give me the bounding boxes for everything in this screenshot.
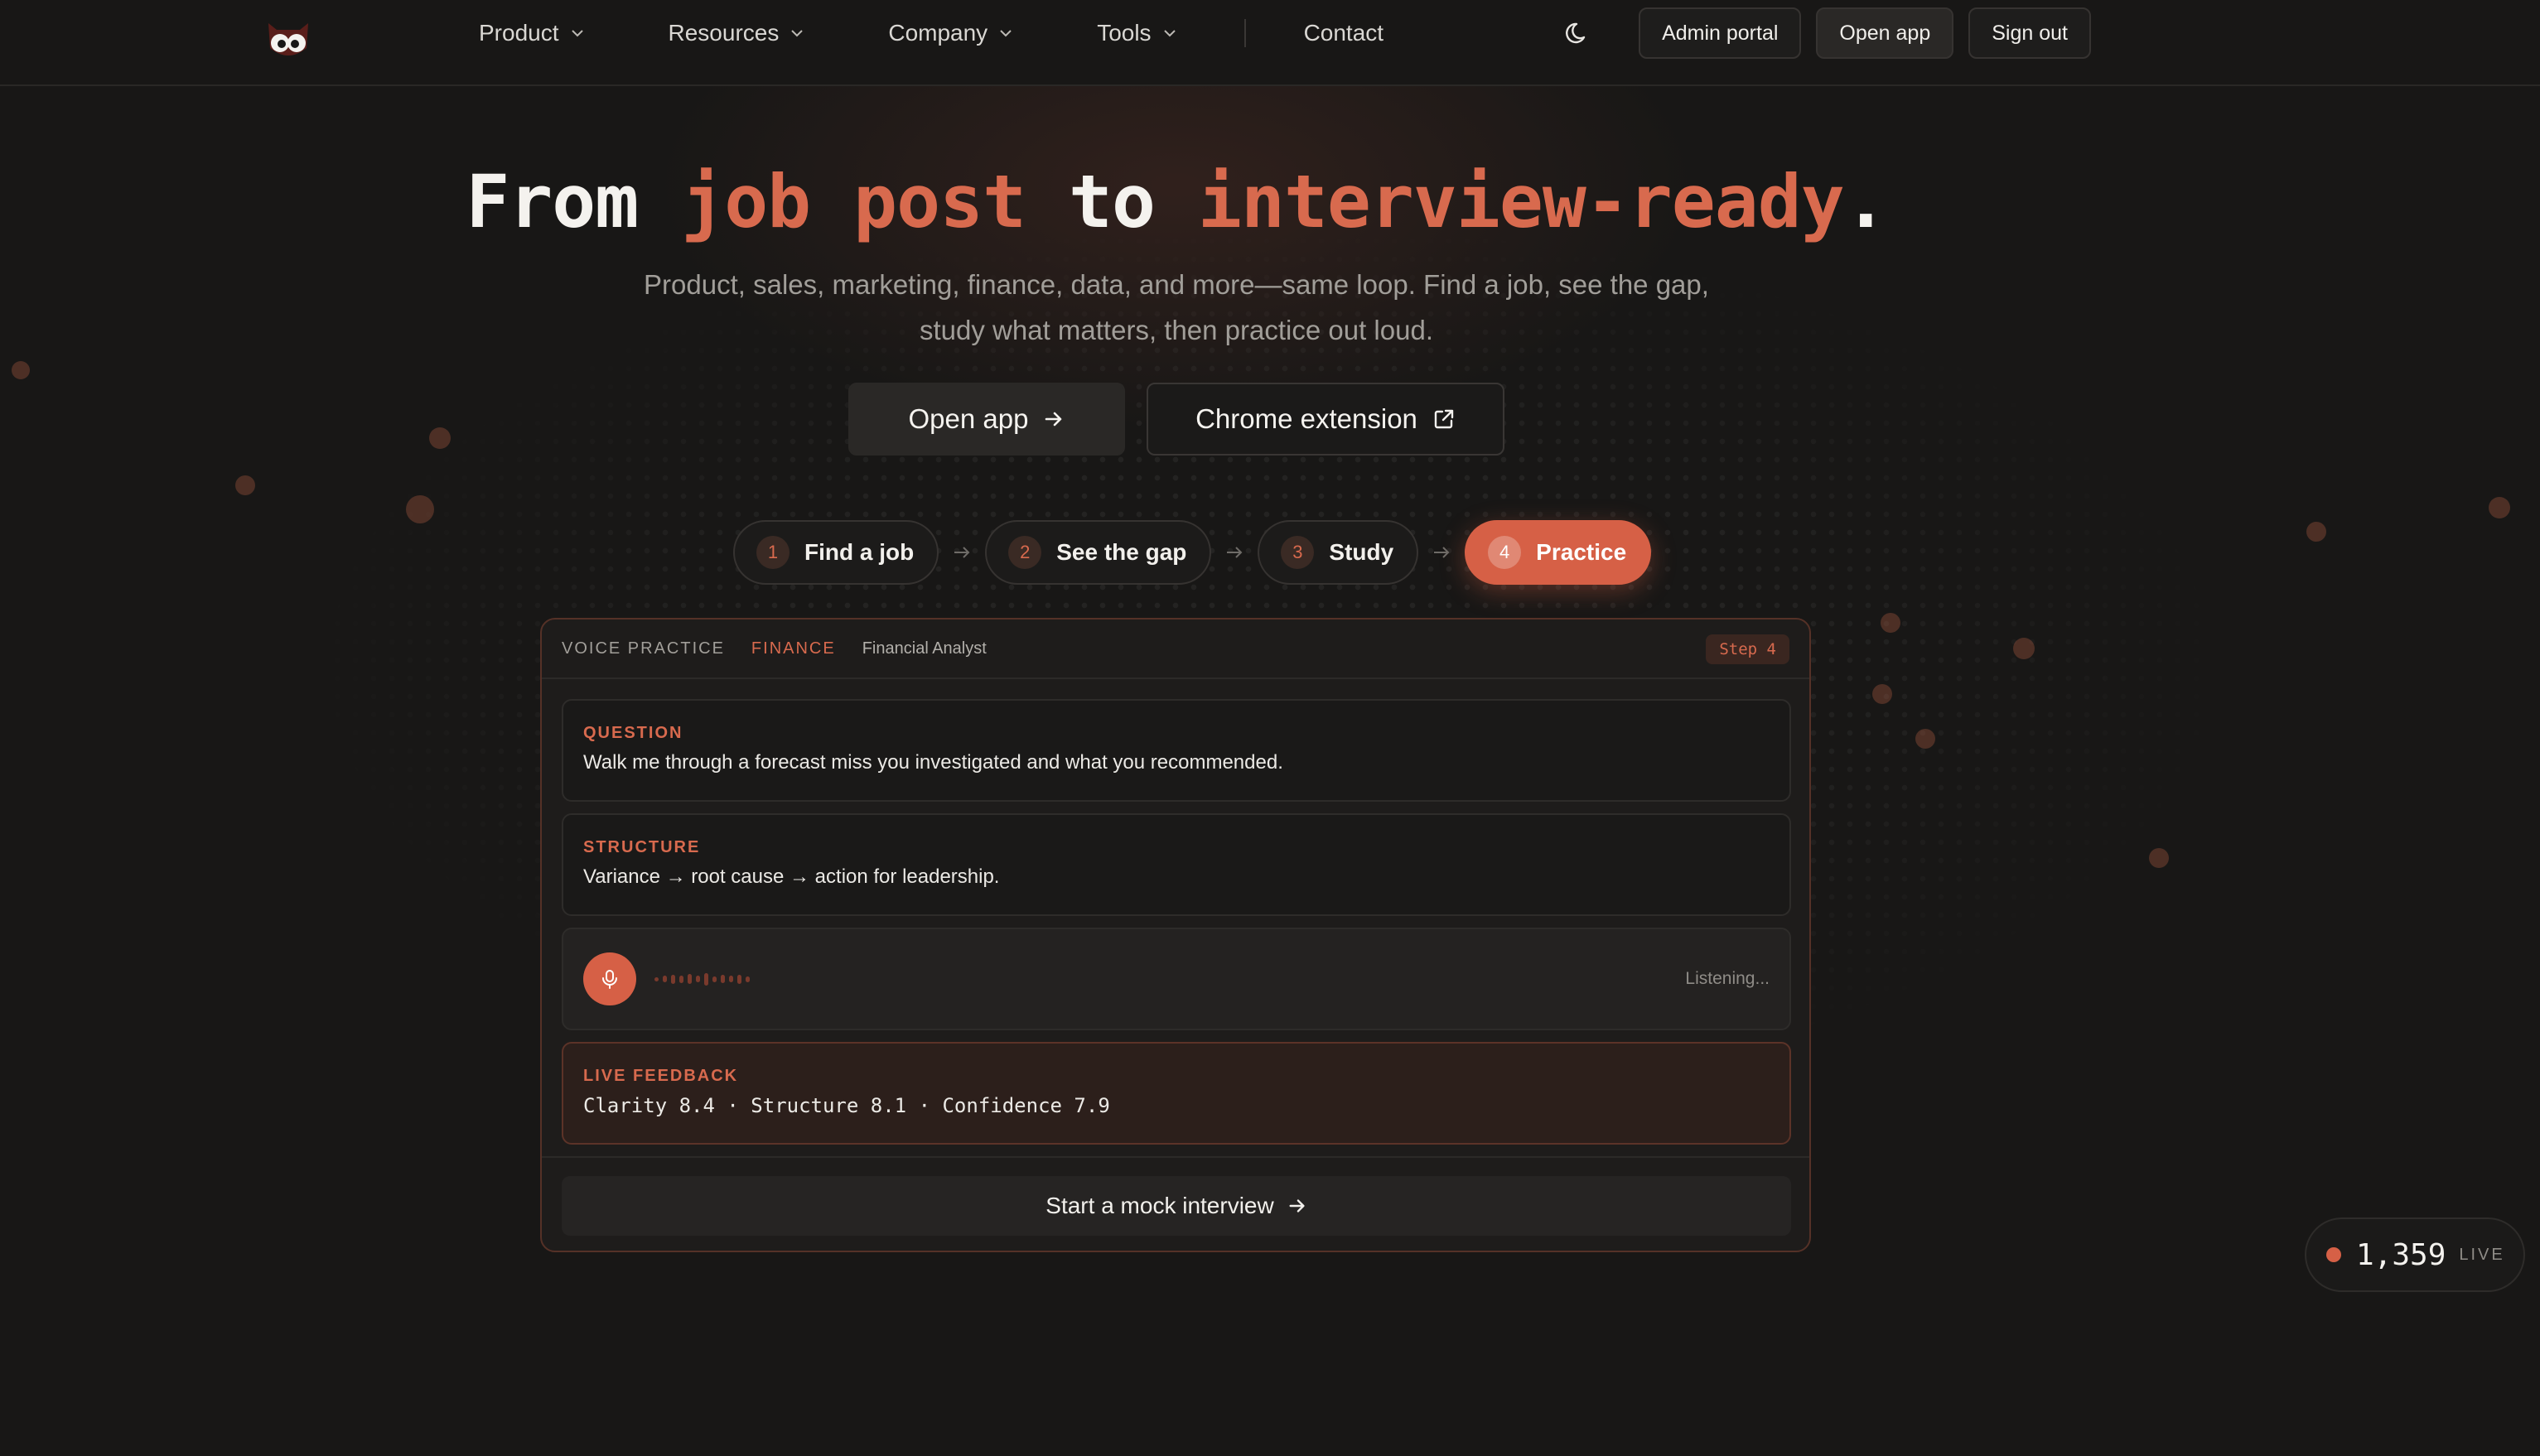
live-indicator-dot xyxy=(2326,1247,2341,1262)
chevron-down-icon xyxy=(571,30,583,37)
owl-logo-icon[interactable] xyxy=(263,15,313,65)
open-app-nav-button[interactable]: Open app xyxy=(1816,7,1954,59)
hero-title-part: . xyxy=(1843,159,1888,244)
chevron-down-icon xyxy=(1000,30,1012,37)
feedback-label: LIVE FEEDBACK xyxy=(583,1067,739,1085)
hero-title-accent: interview-ready xyxy=(1197,159,1845,244)
step-number: 4 xyxy=(1488,536,1522,569)
map-accent-dot xyxy=(235,475,255,495)
nav-product[interactable]: Product xyxy=(479,20,586,46)
sign-out-button[interactable]: Sign out xyxy=(1968,7,2091,59)
feedback-scores: Clarity 8.4 · Structure 8.1 · Confidence… xyxy=(583,1094,1110,1117)
step-find-a-job[interactable]: 1 Find a job xyxy=(733,520,939,585)
step-label: Practice xyxy=(1536,539,1627,565)
listening-status: Listening... xyxy=(1685,969,1770,988)
step-label: See the gap xyxy=(1056,539,1187,565)
open-app-button-label: Open app xyxy=(908,403,1029,434)
step-label: Find a job xyxy=(804,539,915,565)
hero-subtitle: Product, sales, marketing, finance, data… xyxy=(596,262,1756,353)
hero-title-accent: job post xyxy=(681,159,1026,244)
top-nav: Product Resources Company Tools Contact … xyxy=(0,0,2540,86)
step-number: 2 xyxy=(1008,536,1042,569)
map-accent-dot xyxy=(2149,848,2169,868)
step-study[interactable]: 3 Study xyxy=(1258,520,1419,585)
hero-subtitle-line: Product, sales, marketing, finance, data… xyxy=(644,269,1709,300)
map-accent-dot xyxy=(12,361,30,379)
external-link-icon xyxy=(1434,409,1454,429)
chevron-down-icon xyxy=(791,30,804,37)
map-accent-dot xyxy=(1915,729,1935,749)
step-see-the-gap[interactable]: 2 See the gap xyxy=(985,520,1212,585)
nav-menu: Product Resources Company Tools Contact xyxy=(479,0,1466,66)
step-badge: Step 4 xyxy=(1706,634,1789,664)
microphone-icon xyxy=(602,970,617,989)
chevron-down-icon xyxy=(1163,30,1176,37)
card-category: FINANCE xyxy=(751,639,836,658)
map-accent-dot xyxy=(2013,638,2035,659)
chrome-extension-button-label: Chrome extension xyxy=(1195,403,1417,434)
step-arrow-icon xyxy=(1211,542,1258,562)
nav-tools-label: Tools xyxy=(1097,20,1152,46)
step-arrow-icon xyxy=(939,542,985,562)
audio-waveform xyxy=(654,972,754,986)
step-label: Study xyxy=(1329,539,1394,565)
card-header: VOICE PRACTICE FINANCE Financial Analyst… xyxy=(542,620,1809,679)
chrome-extension-button[interactable]: Chrome extension xyxy=(1147,383,1504,456)
question-text: Walk me through a forecast miss you inve… xyxy=(583,751,1283,774)
step-number: 1 xyxy=(756,536,790,569)
arrow-right-icon xyxy=(1045,412,1062,427)
map-accent-dot xyxy=(1872,684,1892,704)
voice-practice-card: VOICE PRACTICE FINANCE Financial Analyst… xyxy=(540,618,1811,1252)
map-accent-dot xyxy=(1881,613,1900,633)
nav-divider xyxy=(1243,19,1246,47)
live-count: 1,359 xyxy=(2356,1237,2446,1272)
nav-product-label: Product xyxy=(479,20,559,46)
card-role: Financial Analyst xyxy=(862,639,987,658)
nav-resources-label: Resources xyxy=(668,20,780,46)
map-accent-dot xyxy=(2306,522,2326,542)
step-arrow-icon xyxy=(1418,542,1465,562)
hero-buttons: Open app Chrome extension xyxy=(848,383,1504,456)
moon-icon[interactable] xyxy=(1564,19,1592,47)
voice-input-panel: Listening... xyxy=(562,928,1791,1030)
arrow-right-icon xyxy=(1289,1199,1305,1213)
start-mock-interview-label: Start a mock interview xyxy=(1045,1193,1274,1218)
microphone-button[interactable] xyxy=(583,952,636,1005)
card-divider xyxy=(542,1156,1809,1158)
question-panel: QUESTION Walk me through a forecast miss… xyxy=(562,699,1791,802)
nav-actions: Admin portal Open app Sign out xyxy=(1564,7,2091,59)
step-number: 3 xyxy=(1281,536,1315,569)
live-feedback-panel: LIVE FEEDBACK Clarity 8.4 · Structure 8.… xyxy=(562,1042,1791,1145)
admin-portal-button[interactable]: Admin portal xyxy=(1639,7,1802,59)
nav-company-label: Company xyxy=(888,20,988,46)
open-app-button[interactable]: Open app xyxy=(848,383,1125,456)
nav-company[interactable]: Company xyxy=(888,20,1014,46)
hero-title-part: From xyxy=(466,159,682,244)
nav-resources[interactable]: Resources xyxy=(669,20,806,46)
live-label: LIVE xyxy=(2459,1245,2505,1264)
structure-panel: STRUCTURE Variance → root cause → action… xyxy=(562,813,1791,916)
nav-tools[interactable]: Tools xyxy=(1097,20,1177,46)
map-accent-dot xyxy=(2489,497,2510,518)
step-practice[interactable]: 4 Practice xyxy=(1465,520,1652,585)
start-mock-interview-button[interactable]: Start a mock interview xyxy=(562,1176,1791,1236)
map-accent-dot xyxy=(429,427,451,449)
process-steps: 1 Find a job 2 See the gap 3 Study 4 Pra… xyxy=(733,520,1652,585)
hero-title: From job post to interview-ready. xyxy=(0,159,2353,244)
map-accent-dot xyxy=(406,495,434,523)
question-label: QUESTION xyxy=(583,724,683,742)
card-kicker: VOICE PRACTICE xyxy=(562,639,725,658)
hero-title-part: to xyxy=(1026,159,1198,244)
live-users-counter: 1,359 LIVE xyxy=(2305,1217,2525,1292)
nav-contact-label: Contact xyxy=(1303,20,1384,46)
nav-contact[interactable]: Contact xyxy=(1304,20,1384,46)
structure-label: STRUCTURE xyxy=(583,838,701,856)
hero-subtitle-line: study what matters, then practice out lo… xyxy=(920,315,1433,345)
structure-text: Variance → root cause → action for leade… xyxy=(583,865,1000,888)
